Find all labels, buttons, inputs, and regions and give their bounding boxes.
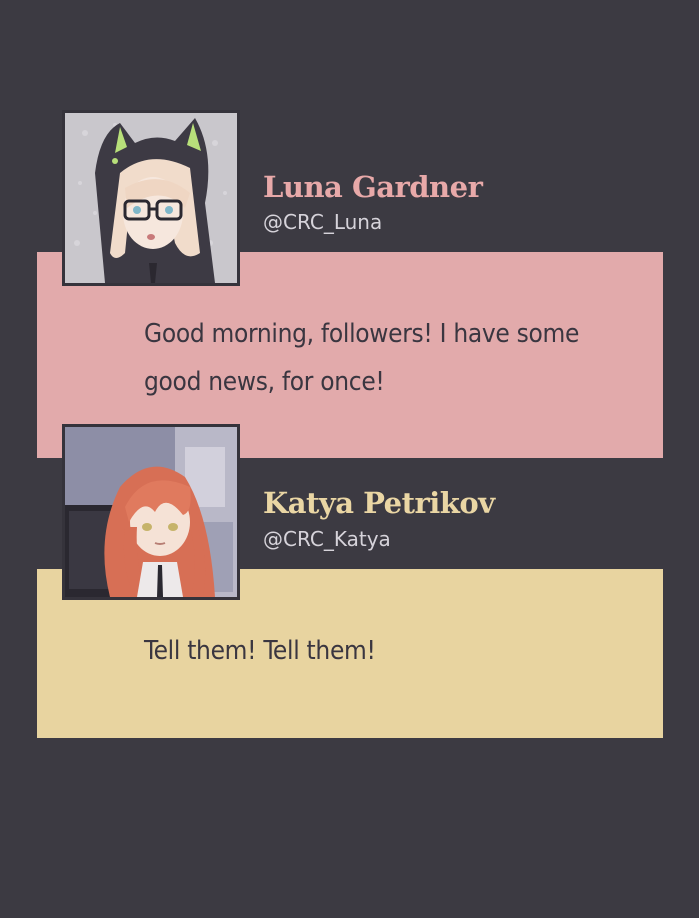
post-message-text: Good morning, followers! I have some goo… xyxy=(144,319,580,397)
avatar-luna[interactable] xyxy=(62,110,240,286)
post-message-text: Tell them! Tell them! xyxy=(144,636,376,666)
author-name[interactable]: Katya Petrikov xyxy=(263,486,495,520)
author-name[interactable]: Luna Gardner xyxy=(263,170,483,204)
author-handle[interactable]: @CRC_Luna xyxy=(263,210,382,234)
cat-hood-girl-avatar-image xyxy=(65,113,237,283)
author-handle[interactable]: @CRC_Katya xyxy=(263,527,391,551)
red-haired-girl-avatar-image xyxy=(65,427,237,597)
avatar-katya[interactable] xyxy=(62,424,240,600)
